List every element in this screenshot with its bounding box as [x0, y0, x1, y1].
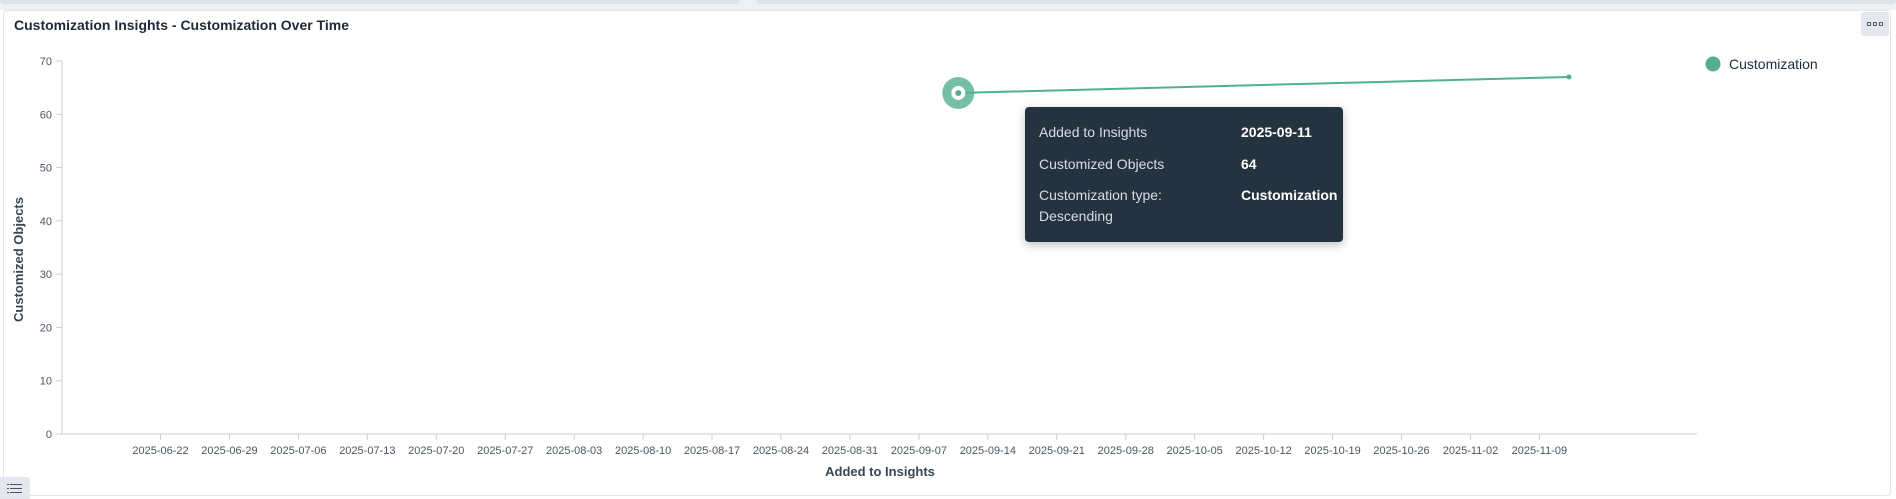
- x-tick-label: 2025-09-21: [1029, 445, 1085, 457]
- x-tick-label: 2025-07-06: [270, 445, 326, 457]
- tooltip-value: 2025-09-11: [1241, 124, 1312, 140]
- series-line: [958, 75, 1569, 94]
- x-tick-label: 2025-09-07: [891, 445, 947, 457]
- x-tick-label: 2025-10-05: [1167, 445, 1223, 457]
- y-tick-label: 20: [40, 322, 52, 334]
- list-icon-line: [10, 484, 22, 485]
- tooltip-label: Customized Objects: [1039, 156, 1165, 172]
- list-icon-bullet: [7, 492, 9, 493]
- x-tick-label: 2025-06-22: [132, 445, 188, 457]
- x-axis-label: Added to Insights: [825, 464, 935, 479]
- series-layer: [942, 74, 1572, 109]
- x-tick-label: 2025-07-20: [408, 445, 464, 457]
- list-icon-line: [10, 492, 22, 493]
- tooltip-label: Customization type: Descending: [1039, 187, 1162, 224]
- y-axis: 0 10 20 30 40 50 60 70: [40, 56, 63, 441]
- y-axis-label: Customized Objects: [11, 197, 26, 322]
- x-tick-label: 2025-10-19: [1304, 445, 1360, 457]
- x-tick-label: 2025-07-27: [477, 445, 533, 457]
- x-tick-label: 2025-11-02: [1443, 445, 1498, 457]
- x-tick-label: 2025-09-28: [1098, 445, 1154, 457]
- data-tooltip: Added to Insights 2025-09-11 Customized …: [1025, 107, 1343, 242]
- y-tick-label: 50: [40, 163, 52, 175]
- line-chart: 010203040506070 2025-06-22 2025-06-29 2025…: [11, 56, 1818, 479]
- tooltip-value: Customization: [1241, 187, 1338, 203]
- highlighted-point[interactable]: [955, 89, 962, 96]
- legend[interactable]: Customization: [1705, 56, 1818, 72]
- y-tick-label: 10: [40, 376, 52, 388]
- x-tick-label: 2025-10-26: [1373, 445, 1429, 457]
- list-icon-line: [10, 488, 22, 489]
- x-tick-label: 2025-08-31: [822, 445, 878, 457]
- y-tick-label: 30: [40, 269, 52, 281]
- x-tick-label: 2025-08-17: [684, 445, 740, 457]
- x-tick-label: 2025-11-09: [1512, 445, 1567, 457]
- x-tick-label: 2025-09-14: [960, 445, 1016, 457]
- legend-label[interactable]: Customization: [1729, 56, 1818, 72]
- tooltip-value: 64: [1241, 156, 1257, 172]
- x-tick-label: 2025-06-29: [201, 445, 257, 457]
- x-tick-label: 2025-08-24: [753, 445, 809, 457]
- tooltip-label: Added to Insights: [1039, 124, 1148, 140]
- list-icon-bullet: [7, 484, 9, 485]
- y-tick-label: 0: [46, 429, 52, 441]
- x-tick-label: 2025-10-12: [1235, 445, 1291, 457]
- y-tick-label: 40: [40, 216, 52, 228]
- x-axis: 2025-06-22 2025-06-29 2025-07-06 2025-07-13…: [62, 433, 1697, 457]
- y-tick-label: 70: [40, 56, 52, 68]
- data-point[interactable]: [1566, 74, 1572, 80]
- x-tick-label: 2025-07-13: [339, 445, 395, 457]
- list-toggle-button[interactable]: [0, 477, 30, 499]
- y-tick-label: 60: [40, 109, 52, 121]
- x-tick-label: 2025-08-10: [615, 445, 671, 457]
- legend-marker[interactable]: [1705, 56, 1721, 72]
- list-icon-bullet: [7, 488, 9, 489]
- x-tick-label: 2025-08-03: [546, 445, 602, 457]
